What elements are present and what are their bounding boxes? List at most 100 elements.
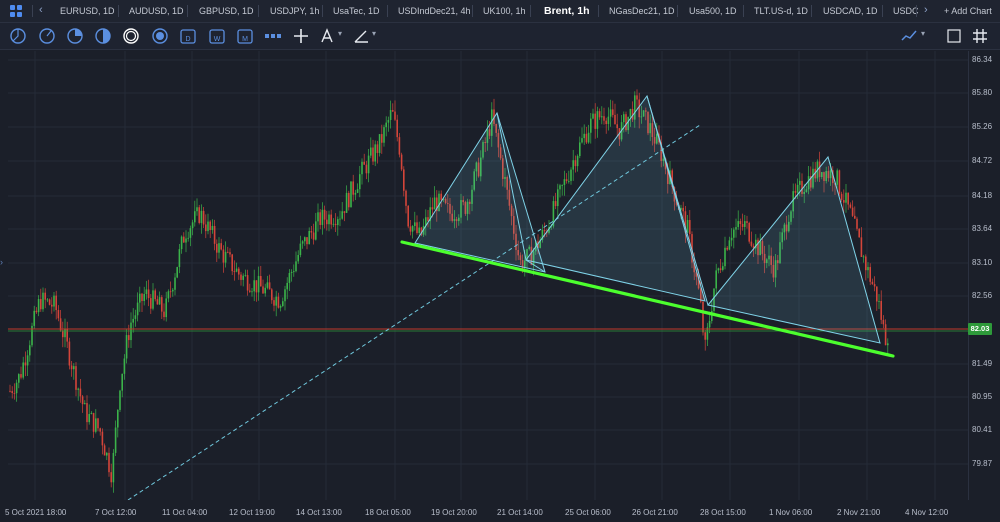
candle-body (361, 161, 363, 175)
candle-body (557, 189, 559, 207)
candle-body (183, 236, 185, 243)
candle-body (612, 109, 614, 115)
side-collapse-icon[interactable]: › (0, 257, 3, 267)
candle-body (590, 118, 592, 133)
candle-body (319, 212, 321, 225)
crosshair-icon[interactable] (292, 27, 310, 45)
candle-body (554, 201, 557, 207)
tab-uk100[interactable]: UK100, 1h (483, 0, 526, 22)
candle-body (132, 318, 134, 323)
tab-usatec[interactable]: UsaTec, 1D (333, 0, 380, 22)
chevron-down-icon[interactable]: ▾ (372, 29, 376, 38)
text-tool-icon[interactable] (318, 27, 336, 45)
grid-menu-icon[interactable] (10, 5, 22, 17)
pen-tool-icon[interactable] (352, 27, 370, 45)
candle-body (275, 296, 277, 306)
tab-brent[interactable]: Brent, 1h (544, 0, 590, 22)
candle-body (152, 290, 154, 309)
harmonic-pattern-triangle (707, 155, 881, 344)
candle-body (44, 292, 46, 300)
candle-body (279, 306, 282, 308)
candle-body (708, 320, 711, 328)
circle-stack-icon[interactable] (122, 27, 140, 45)
pen-icon[interactable] (945, 27, 963, 45)
candle-body (715, 270, 717, 289)
chart-type-icon[interactable] (900, 27, 918, 45)
candle-body (231, 254, 233, 272)
candle-body (733, 229, 735, 238)
candle-body (748, 222, 750, 242)
price-tick-label: 81.49 (972, 359, 993, 368)
chevron-left-icon[interactable]: ‹ (39, 4, 43, 16)
candle-body (46, 299, 49, 301)
candle-body (854, 215, 856, 219)
candle-body (856, 218, 858, 229)
candle-body (123, 358, 126, 374)
candle-body (623, 114, 625, 123)
time-axis[interactable]: 5 Oct 2021 18:00 7 Oct 12:00 11 Oct 04:00 1… (0, 500, 1000, 522)
tab-tlt-us[interactable]: TLT.US-d, 1D (754, 0, 808, 22)
tab-ngasdec21[interactable]: NGasDec21, 1D (609, 0, 675, 22)
candle-body (284, 289, 286, 302)
price-tick-label: 85.80 (972, 88, 993, 97)
candle-body (110, 472, 112, 483)
tab-audusd[interactable]: AUDUSD, 1D (129, 0, 184, 22)
tab-usdcad[interactable]: USDCAD, 1D (823, 0, 878, 22)
candle-body (739, 221, 742, 225)
candle-body (799, 180, 801, 185)
candle-body (744, 221, 746, 227)
candle-body (403, 169, 405, 191)
candle-body (356, 189, 359, 193)
candle-body (293, 271, 295, 273)
candle-body (11, 391, 13, 394)
tab-usa500[interactable]: Usa500, 1D (689, 0, 737, 22)
candle-body (112, 452, 115, 483)
circle-split-icon[interactable] (94, 27, 112, 45)
candle-body (174, 277, 176, 290)
add-chart-button[interactable]: + Add Chart (944, 0, 992, 22)
tab-gbpusd[interactable]: GBPUSD, 1D (199, 0, 254, 22)
candle-body (876, 286, 878, 302)
candle-body (57, 310, 60, 319)
candle-body (845, 192, 847, 203)
candlestick-chart[interactable] (8, 51, 968, 500)
pattern-icon[interactable] (264, 27, 282, 45)
candle-body (315, 221, 317, 240)
price-tick-label: 86.34 (972, 55, 993, 64)
circle-quarter-icon[interactable] (66, 27, 84, 45)
candle-body (169, 291, 172, 293)
candle-body (99, 428, 101, 432)
candle-body (220, 243, 222, 250)
circle-arc-icon[interactable] (38, 27, 56, 45)
candle-body (317, 212, 319, 222)
circle-half-icon[interactable] (9, 27, 27, 45)
candle-body (249, 290, 251, 292)
chevron-right-icon[interactable]: › (924, 4, 928, 16)
candle-body (332, 223, 335, 225)
candle-body (29, 345, 31, 356)
calendar-m-icon[interactable]: M (236, 27, 254, 45)
calendar-d-icon[interactable]: D (179, 27, 197, 45)
tab-usdjpy[interactable]: USDJPY, 1h (270, 0, 319, 22)
tab-usdinddec21[interactable]: USDIndDec21, 4h (398, 0, 471, 22)
circle-target-icon[interactable] (151, 27, 169, 45)
candle-body (704, 332, 706, 340)
tab-usdc[interactable]: USDC (893, 0, 919, 22)
candle-body (614, 114, 616, 125)
chevron-down-icon[interactable]: ▾ (338, 29, 342, 38)
candle-body (840, 193, 843, 201)
candle-body (24, 362, 27, 366)
candle-body (207, 221, 209, 232)
calendar-w-icon[interactable]: W (208, 27, 226, 45)
candle-body (84, 403, 86, 405)
candle-body (598, 111, 601, 118)
candle-body (372, 147, 374, 162)
tab-eurusd[interactable]: EURUSD, 1D (60, 0, 115, 22)
candle-body (233, 271, 236, 272)
candle-body (161, 297, 163, 312)
time-tick-label: 25 Oct 06:00 (565, 508, 611, 517)
chevron-down-icon[interactable]: ▾ (921, 29, 925, 38)
candle-body (746, 221, 748, 223)
grid-icon[interactable] (971, 27, 989, 45)
candle-body (572, 160, 574, 170)
